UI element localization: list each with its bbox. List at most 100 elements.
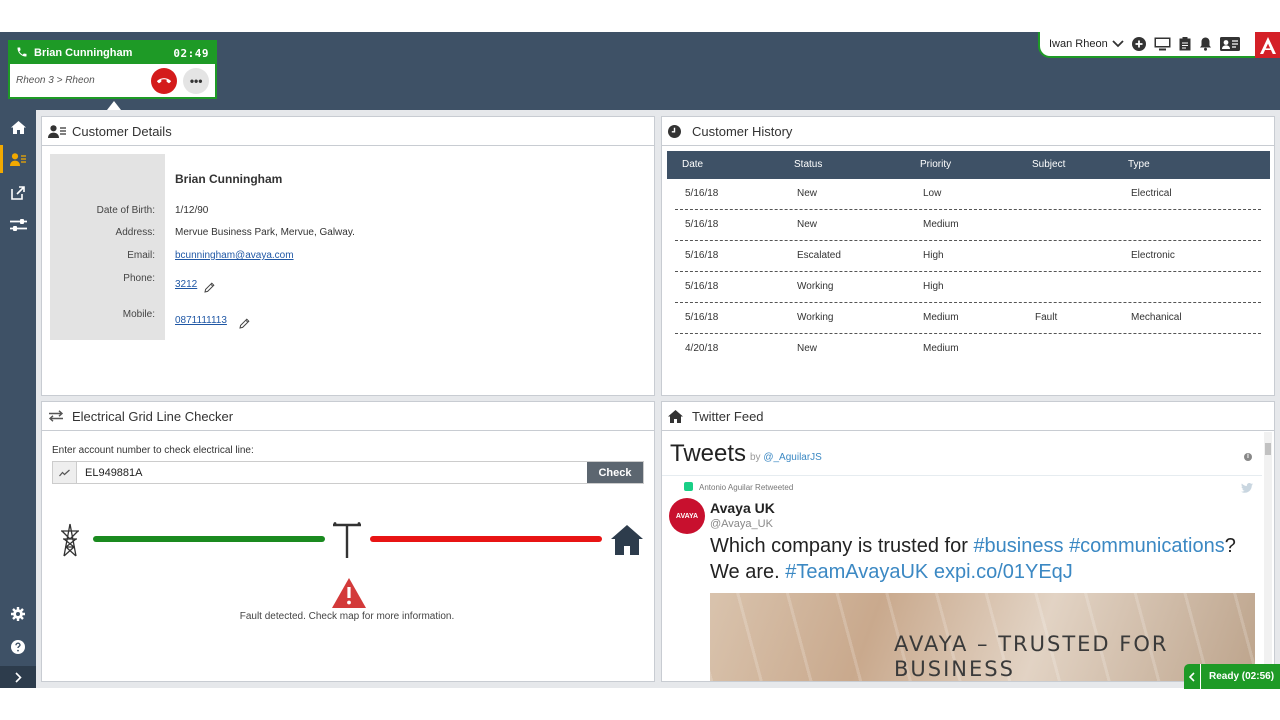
panel-title: Customer History [692,123,793,139]
mobile-link[interactable]: 0871111113 [175,315,227,326]
twitter-feed-panel: Twitter Feed Tweets by @_AguilarJS i Ant… [661,401,1275,682]
top-margin [0,0,1280,32]
fault-message: Fault detected. Check map for more infor… [239,611,455,622]
edit-mobile-icon[interactable] [239,316,250,334]
address-value: Mervue Business Park, Mervue, Galway. [175,227,355,238]
cell-date: 5/16/18 [685,219,719,230]
customer-name: Brian Cunningham [175,172,283,186]
customer-nav[interactable] [0,145,36,173]
panel-title: Twitter Feed [692,408,764,424]
clipboard-icon[interactable] [1179,37,1191,51]
expand-sidebar-button[interactable] [0,666,36,688]
column-header-type[interactable]: Type [1128,151,1150,179]
customer-details-icon [10,152,26,166]
hashtag-link[interactable]: #communications [1069,535,1225,557]
tweet-text-part: ? [1224,535,1236,557]
chevron-right-icon [14,671,22,683]
popout-nav[interactable] [0,179,36,207]
timeline-separator [662,475,1262,476]
contact-card-icon[interactable] [1219,37,1240,51]
tweet-url-link[interactable]: expi.co/01YEqJ [934,561,1073,583]
tweet-timeline[interactable]: Tweets by @_AguilarJS i Antonio Aguilar … [662,432,1274,681]
cell-date: 5/16/18 [685,312,719,323]
tweet-text-part: Which company is trusted for [710,535,974,557]
cell-date: 5/16/18 [685,188,719,199]
twitter-feed-header: Twitter Feed [662,402,1274,431]
phone-label: Phone: [123,273,155,284]
table-row[interactable]: 4/20/18 New Medium [675,334,1261,365]
scrollbar[interactable] [1264,432,1272,681]
dob-value: 1/12/90 [175,205,209,216]
edit-phone-icon[interactable] [204,280,215,298]
external-link-icon [11,186,25,200]
chevron-down-icon[interactable] [1112,35,1124,53]
cell-status: New [797,343,818,354]
column-header-priority[interactable]: Priority [920,151,951,179]
help-nav[interactable] [0,633,36,661]
warning-icon [332,578,366,613]
retweet-label: Antonio Aguilar Retweeted [699,483,794,492]
hashtag-link[interactable]: #business [973,535,1063,557]
retweet-icon [684,482,693,491]
call-body: Rheon 3 > Rheon ••• [10,64,215,97]
agent-status-button[interactable]: Ready (02:56) [1184,664,1280,689]
add-circle-icon[interactable] [1131,37,1146,51]
home-icon [10,120,26,134]
monitor-icon[interactable] [1154,37,1171,51]
cell-priority: Low [923,188,942,199]
account-number-input[interactable] [77,462,587,483]
call-widget-pointer [107,101,121,110]
grid-checker-header: Electrical Grid Line Checker [42,402,654,431]
panel-title: Electrical Grid Line Checker [72,408,234,424]
column-header-subject[interactable]: Subject [1032,151,1065,179]
table-row[interactable]: 5/16/18 Working High [675,272,1261,303]
image-caption-line: BUSINESS [894,657,1015,681]
tweet-author-handle[interactable]: @Avaya_UK [710,518,773,530]
timeline-owner-link[interactable]: @_AguilarJS [763,452,822,463]
image-caption-line: AVAYA – TRUSTED FOR [894,632,1169,656]
column-header-date[interactable]: Date [682,151,703,179]
scrollbar-thumb[interactable] [1265,443,1271,455]
call-route: Rheon 3 > Rheon [16,75,95,86]
call-more-button[interactable]: ••• [183,67,209,94]
tweet-text-part: We are. [710,561,786,583]
table-row[interactable]: 5/16/18 New Low Electrical [675,179,1261,210]
sliders-icon [9,219,27,231]
info-icon[interactable]: i [1244,453,1252,461]
cell-priority: Medium [923,312,959,323]
table-row[interactable]: 5/16/18 Working Medium Fault Mechanical [675,303,1261,334]
tweet-image[interactable]: AVAYA – TRUSTED FOR BUSINESS [710,593,1255,681]
grid-line-fault-segment [370,536,602,542]
utility-pole-icon [331,522,363,563]
table-row[interactable]: 5/16/18 New Medium [675,210,1261,241]
settings-nav[interactable] [0,600,36,628]
hashtag-link[interactable]: #TeamAvayaUK [785,561,928,583]
settings-sliders-nav[interactable] [0,211,36,239]
avaya-logo[interactable] [1255,32,1280,58]
column-header-status[interactable]: Status [794,151,822,179]
call-header: Brian Cunningham 02:49 [10,42,215,64]
house-icon [611,525,643,560]
user-name[interactable]: Iwan Rheon [1049,38,1108,50]
address-label: Address: [115,227,155,238]
trend-line-icon [53,462,77,483]
customer-history-header: Customer History [662,117,1274,146]
cell-type: Electrical [1131,188,1172,199]
phone-link[interactable]: 3212 [175,279,197,290]
cell-status: New [797,219,818,230]
home-nav[interactable] [0,113,36,141]
hangup-button[interactable] [151,67,177,94]
cell-status: Working [797,281,834,292]
table-row[interactable]: 5/16/18 Escalated High Electronic [675,241,1261,272]
twitter-bird-icon[interactable] [1241,480,1253,498]
dob-label: Date of Birth: [96,205,155,216]
email-link[interactable]: bcunningham@avaya.com [175,250,294,261]
customer-details-panel: Customer Details Brian Cunningham Date o… [41,116,655,396]
call-timer: 02:49 [173,46,209,60]
avatar[interactable]: AVAYA [669,498,705,534]
tweet-author-name[interactable]: Avaya UK [710,500,775,516]
check-button[interactable]: Check [587,462,643,483]
gear-icon [11,607,25,621]
help-icon [11,640,25,654]
bell-icon[interactable] [1199,37,1212,51]
